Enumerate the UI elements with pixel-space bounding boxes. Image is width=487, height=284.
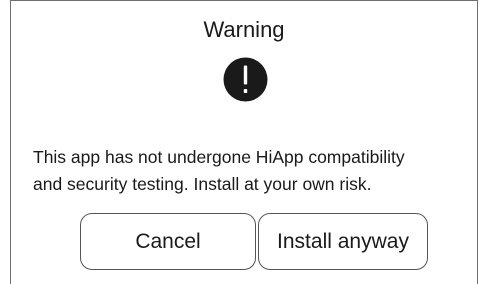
message-line-2: and security testing. Install at your ow… — [33, 174, 372, 194]
message-line-1: This app has not undergone HiApp compati… — [33, 147, 405, 167]
dialog-title: Warning — [203, 17, 285, 42]
dialog-message: This app has not undergone HiApp compati… — [33, 144, 473, 198]
install-anyway-button[interactable]: Install anyway — [258, 213, 428, 270]
exclamation-circle-icon — [223, 57, 268, 102]
cancel-button[interactable]: Cancel — [80, 213, 256, 270]
warning-dialog: Warning This app has not undergone HiApp… — [10, 0, 478, 284]
